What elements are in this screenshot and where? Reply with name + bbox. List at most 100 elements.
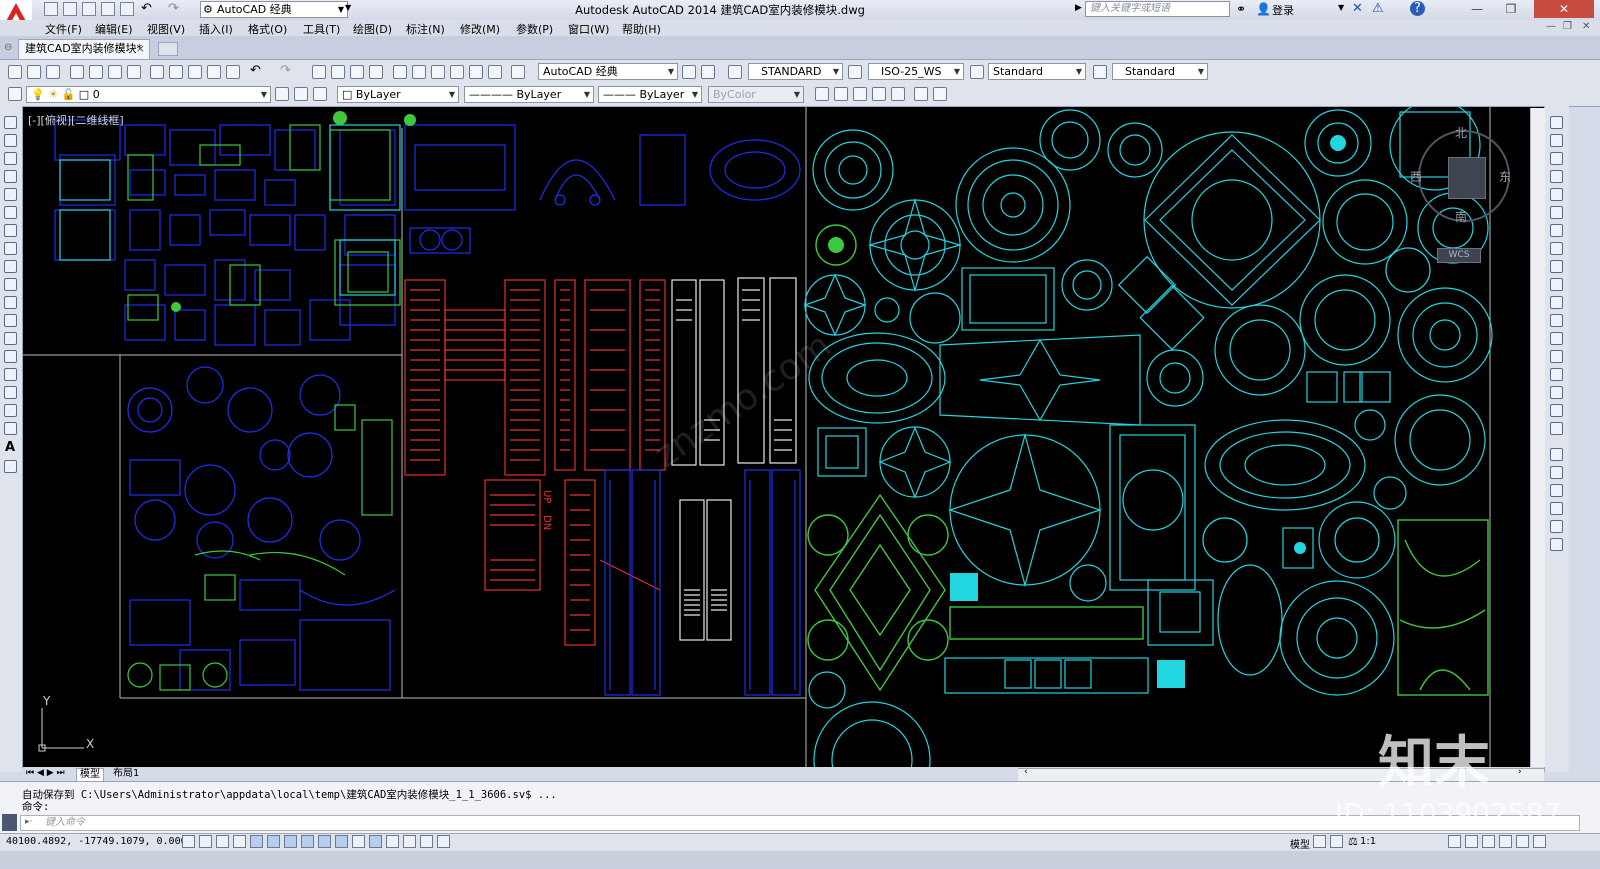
clean-screen-icon[interactable]: [701, 65, 715, 79]
draworder-back-icon[interactable]: [1550, 466, 1563, 479]
restore-icon[interactable]: ❐: [1496, 0, 1526, 18]
exchange-icon[interactable]: ✕: [1352, 1, 1363, 16]
close-icon[interactable]: ✕: [1534, 0, 1594, 18]
revcloud-tool-icon[interactable]: [4, 242, 17, 255]
layer-dropdown[interactable]: 💡 ☀ 🔓 □ 0 ▼: [26, 86, 271, 103]
quickcalc-icon[interactable]: [488, 65, 502, 79]
explode-tool-icon[interactable]: [1550, 422, 1563, 435]
view-top-icon[interactable]: [815, 87, 829, 101]
tab-menu-icon[interactable]: ⊖: [4, 42, 12, 53]
undo-icon[interactable]: ↶: [141, 1, 152, 16]
erase-tool-icon[interactable]: [1550, 116, 1563, 129]
linetype-dropdown[interactable]: ———— ByLayer ▼: [464, 86, 594, 103]
menu-restore-icon[interactable]: ❐: [1563, 21, 1572, 32]
quick-properties-icon[interactable]: [386, 835, 399, 848]
menu-modify[interactable]: 修改(M): [460, 21, 500, 37]
block-editor-icon[interactable]: [226, 65, 240, 79]
menu-close-icon[interactable]: ✕: [1582, 21, 1590, 32]
menu-parametric[interactable]: 参数(P): [516, 21, 553, 37]
polar-tracking-icon[interactable]: [250, 835, 263, 848]
viewcube-south-label[interactable]: 南: [1455, 208, 1467, 225]
search-input[interactable]: 键入关键字或短语: [1085, 1, 1230, 17]
coordinate-readout[interactable]: 40100.4892, -17749.1079, 0.0000: [6, 836, 193, 847]
lineweight-toggle-icon[interactable]: [352, 835, 365, 848]
paste-icon[interactable]: [188, 65, 202, 79]
annotation-scale[interactable]: 1:1: [1360, 836, 1376, 847]
menu-view[interactable]: 视图(V): [147, 21, 185, 37]
mtext-tool-icon[interactable]: A: [5, 440, 15, 455]
open-icon[interactable]: [27, 65, 41, 79]
quick-view-drawings-icon[interactable]: [1330, 835, 1343, 848]
dynamic-ucs-icon[interactable]: [318, 835, 331, 848]
table-tool-icon[interactable]: [4, 422, 17, 435]
viewcube-top-face[interactable]: [1448, 157, 1486, 199]
blend-tool-icon[interactable]: [1550, 404, 1563, 417]
open-file-icon[interactable]: [63, 2, 77, 16]
new-file-icon[interactable]: [44, 2, 58, 16]
3d-osnap-icon[interactable]: [284, 835, 297, 848]
multileader-style-icon[interactable]: [1093, 65, 1107, 79]
tab-model[interactable]: 模型: [76, 768, 104, 782]
view-front-icon[interactable]: [891, 87, 905, 101]
menu-window[interactable]: 窗口(W): [568, 21, 609, 37]
viewcube-east-label[interactable]: 东: [1499, 168, 1511, 185]
view-iso-icon[interactable]: [933, 87, 947, 101]
multileader-style-dropdown[interactable]: Standard ▼: [1112, 63, 1208, 80]
wrench-icon[interactable]: [2, 814, 17, 831]
transparency-icon[interactable]: [369, 835, 382, 848]
menu-file[interactable]: 文件(F): [45, 21, 82, 37]
sheet-set-icon[interactable]: [450, 65, 464, 79]
ortho-mode-icon[interactable]: [233, 835, 246, 848]
viewport-controls-label[interactable]: [-][俯视][二维线框]: [28, 112, 124, 128]
text-style-icon[interactable]: [728, 65, 742, 79]
make-block-tool-icon[interactable]: [4, 332, 17, 345]
wcs-menu[interactable]: WCS: [1437, 248, 1481, 263]
help-toolbar-icon[interactable]: [511, 65, 525, 79]
isolate-objects-icon[interactable]: [1499, 835, 1512, 848]
offset-tool-icon[interactable]: [1550, 170, 1563, 183]
extend-tool-icon[interactable]: [1550, 296, 1563, 309]
quick-view-layouts-icon[interactable]: [1313, 835, 1326, 848]
view-right-icon[interactable]: [872, 87, 886, 101]
arc-tool-icon[interactable]: [4, 206, 17, 219]
menu-help[interactable]: 帮助(H): [622, 21, 661, 37]
drawing-canvas[interactable]: UP DN: [23, 107, 1544, 767]
polyline-tool-icon[interactable]: [4, 152, 17, 165]
move-tool-icon[interactable]: [1550, 206, 1563, 219]
save-toolbar-icon[interactable]: [46, 65, 60, 79]
tab-close-icon[interactable]: ×: [136, 40, 145, 58]
command-recent-icon[interactable]: ▸·: [25, 817, 32, 827]
plot-icon[interactable]: [70, 65, 84, 79]
menu-edit[interactable]: 编辑(E): [95, 21, 133, 37]
qat-more-icon[interactable]: ▼: [345, 3, 351, 12]
copy-tool-icon[interactable]: [1550, 134, 1563, 147]
publish-icon[interactable]: [108, 65, 122, 79]
menu-tools[interactable]: 工具(T): [303, 21, 340, 37]
layer-state-icon[interactable]: [313, 87, 327, 101]
selection-cycling-icon[interactable]: [403, 835, 416, 848]
rotate-tool-icon[interactable]: [1550, 224, 1563, 237]
layer-properties-icon[interactable]: [8, 87, 22, 101]
design-center-icon[interactable]: [412, 65, 426, 79]
model-space-toggle[interactable]: 模型: [1290, 836, 1310, 851]
join-tool-icon[interactable]: [1550, 350, 1563, 363]
3d-print-icon[interactable]: [127, 65, 141, 79]
menu-minimize-icon[interactable]: —: [1546, 21, 1556, 32]
text-front-icon[interactable]: [1550, 520, 1563, 533]
dim-style-dropdown[interactable]: ISO-25_WS ▼: [868, 63, 964, 80]
plot-preview-icon[interactable]: [89, 65, 103, 79]
rectangle-tool-icon[interactable]: [4, 188, 17, 201]
workspace-settings-icon[interactable]: [682, 65, 696, 79]
menu-insert[interactable]: 插入(I): [199, 21, 233, 37]
fillet-tool-icon[interactable]: [1550, 386, 1563, 399]
layer-previous-icon[interactable]: [294, 87, 308, 101]
save-as-icon[interactable]: [101, 2, 115, 16]
draworder-front-icon[interactable]: [1550, 448, 1563, 461]
new-icon[interactable]: [8, 65, 22, 79]
search-expand-icon[interactable]: ▶: [1075, 3, 1082, 13]
zoom-previous-icon[interactable]: [369, 65, 383, 79]
draworder-above-icon[interactable]: [1550, 484, 1563, 497]
scroll-left-icon[interactable]: ‹: [1024, 767, 1028, 777]
print-icon[interactable]: [120, 2, 134, 16]
menu-dimension[interactable]: 标注(N): [406, 21, 445, 37]
